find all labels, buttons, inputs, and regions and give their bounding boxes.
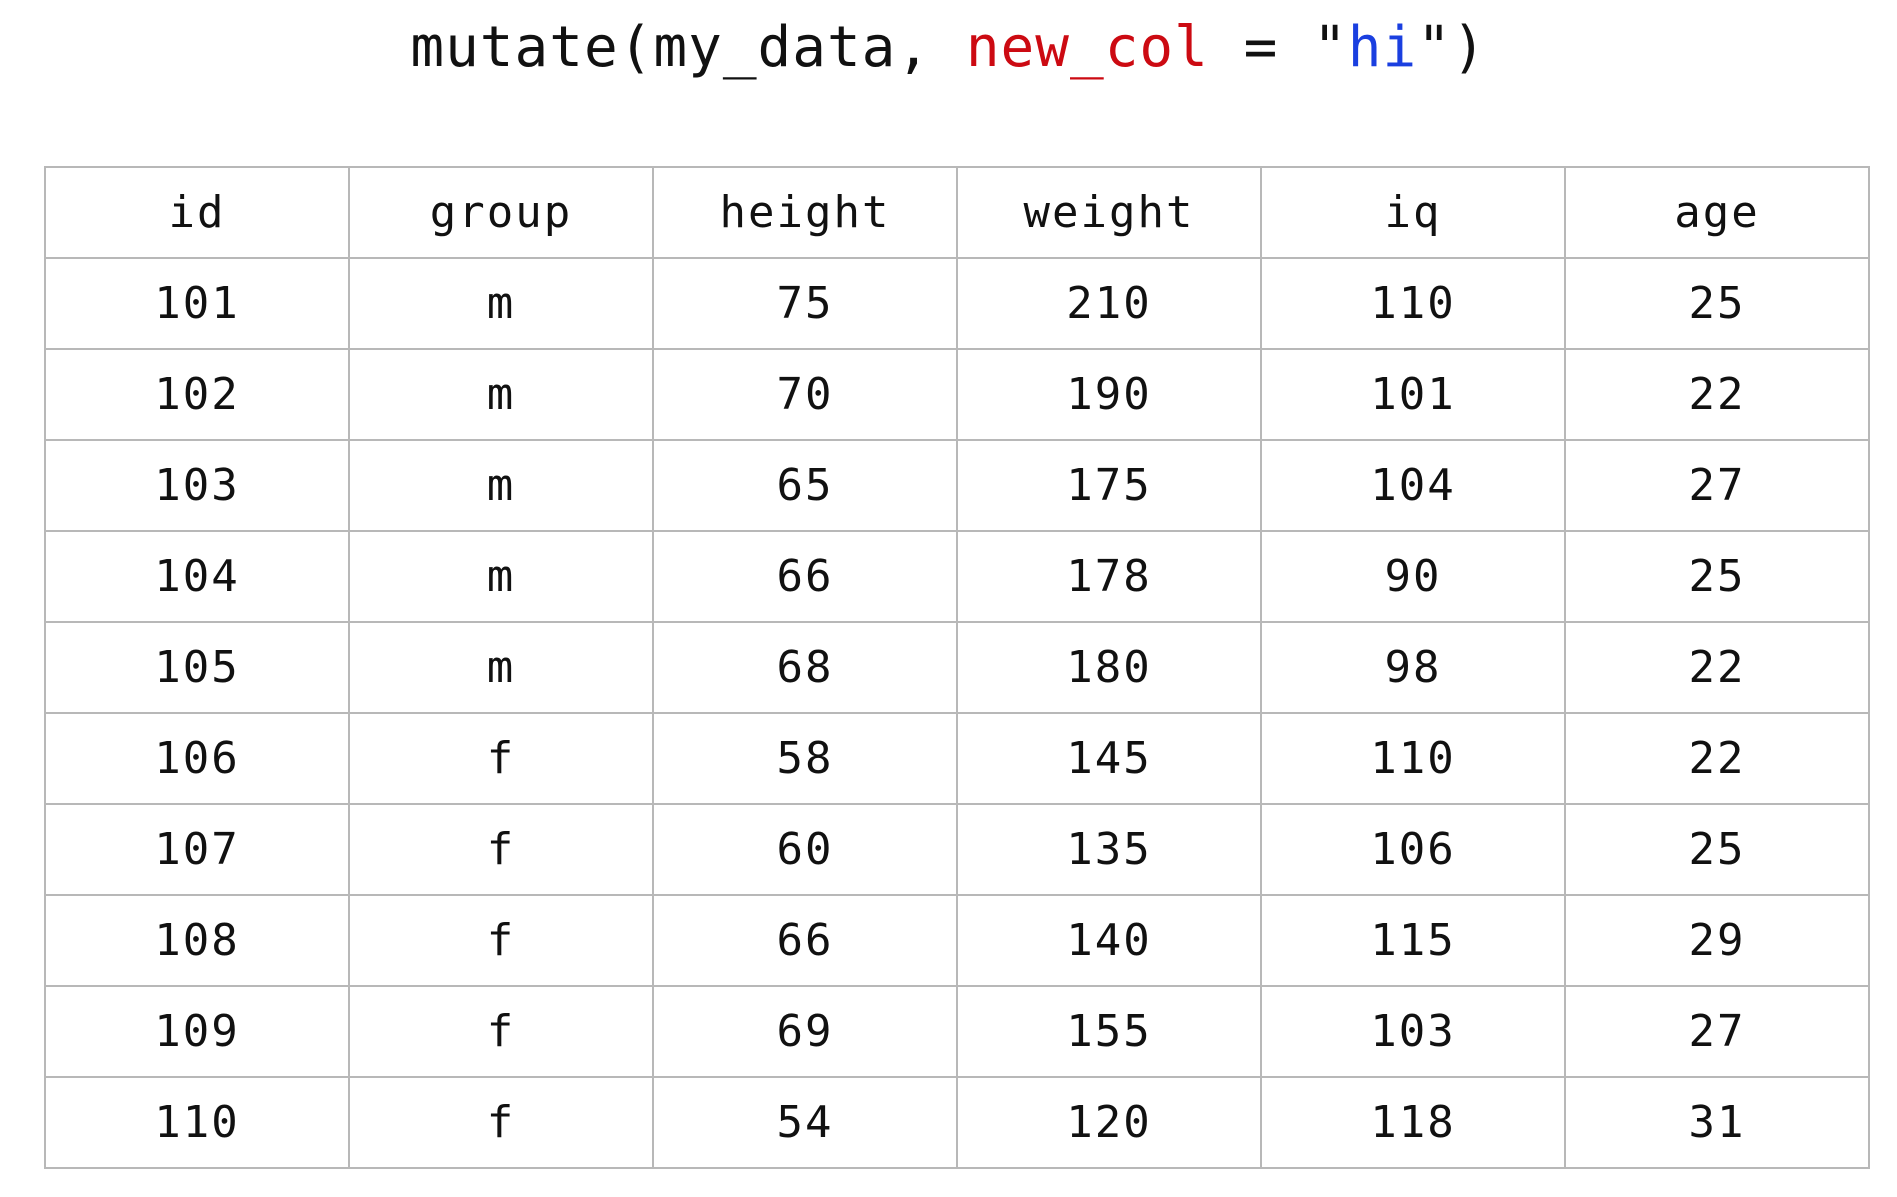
cell-height: 65 <box>652 439 958 532</box>
cell-iq: 104 <box>1260 439 1566 532</box>
string-value: hi <box>1347 15 1418 80</box>
quote-close: " <box>1417 15 1452 80</box>
cell-id: 109 <box>44 985 350 1078</box>
data-table-container: id group height weight iq age 101 m 75 210 1… <box>44 166 1870 1169</box>
cell-weight: 175 <box>956 439 1262 532</box>
code-expression: mutate(my_data, new_col = "hi") <box>0 8 1897 88</box>
cell-height: 54 <box>652 1076 958 1169</box>
cell-age: 25 <box>1564 257 1870 350</box>
cell-weight: 140 <box>956 894 1262 987</box>
cell-iq: 90 <box>1260 530 1566 623</box>
cell-group: f <box>348 894 654 987</box>
cell-weight: 145 <box>956 712 1262 805</box>
cell-id: 106 <box>44 712 350 805</box>
cell-group: f <box>348 985 654 1078</box>
cell-age: 27 <box>1564 439 1870 532</box>
table-row: 110 f 54 120 118 31 <box>44 1076 1870 1169</box>
cell-age: 25 <box>1564 803 1870 896</box>
cell-iq: 103 <box>1260 985 1566 1078</box>
cell-iq: 118 <box>1260 1076 1566 1169</box>
open-paren: ( <box>618 15 654 80</box>
table-row: 103 m 65 175 104 27 <box>44 439 1870 532</box>
close-paren: ) <box>1451 15 1487 80</box>
cell-iq: 115 <box>1260 894 1566 987</box>
header-row: id group height weight iq age <box>44 166 1870 259</box>
cell-group: f <box>348 712 654 805</box>
table-body: 101 m 75 210 110 25 102 m 70 190 101 22 103 m 65 175 104… <box>44 257 1870 1169</box>
cell-group: f <box>348 1076 654 1169</box>
cell-id: 108 <box>44 894 350 987</box>
table-row: 101 m 75 210 110 25 <box>44 257 1870 350</box>
cell-age: 22 <box>1564 621 1870 714</box>
column-header-group: group <box>348 166 654 259</box>
column-header-id: id <box>44 166 350 259</box>
cell-id: 107 <box>44 803 350 896</box>
cell-iq: 98 <box>1260 621 1566 714</box>
cell-age: 29 <box>1564 894 1870 987</box>
table-row: 105 m 68 180 98 22 <box>44 621 1870 714</box>
cell-group: m <box>348 348 654 441</box>
cell-iq: 101 <box>1260 348 1566 441</box>
table-row: 109 f 69 155 103 27 <box>44 985 1870 1078</box>
cell-iq: 110 <box>1260 257 1566 350</box>
new-column-name: new_col <box>965 15 1209 80</box>
cell-id: 110 <box>44 1076 350 1169</box>
cell-height: 75 <box>652 257 958 350</box>
cell-height: 66 <box>652 530 958 623</box>
column-header-weight: weight <box>956 166 1262 259</box>
cell-height: 68 <box>652 621 958 714</box>
column-header-age: age <box>1564 166 1870 259</box>
cell-group: m <box>348 621 654 714</box>
cell-weight: 180 <box>956 621 1262 714</box>
cell-iq: 106 <box>1260 803 1566 896</box>
cell-age: 31 <box>1564 1076 1870 1169</box>
cell-height: 70 <box>652 348 958 441</box>
cell-id: 103 <box>44 439 350 532</box>
comma: , <box>896 15 966 80</box>
cell-id: 105 <box>44 621 350 714</box>
cell-weight: 120 <box>956 1076 1262 1169</box>
column-header-iq: iq <box>1260 166 1566 259</box>
cell-iq: 110 <box>1260 712 1566 805</box>
equals-sign: = <box>1208 15 1314 80</box>
column-header-height: height <box>652 166 958 259</box>
cell-height: 69 <box>652 985 958 1078</box>
cell-id: 101 <box>44 257 350 350</box>
data-argument: my_data <box>653 15 897 80</box>
cell-weight: 155 <box>956 985 1262 1078</box>
cell-age: 22 <box>1564 348 1870 441</box>
cell-id: 104 <box>44 530 350 623</box>
table-row: 104 m 66 178 90 25 <box>44 530 1870 623</box>
function-name: mutate <box>410 15 619 80</box>
table-row: 106 f 58 145 110 22 <box>44 712 1870 805</box>
cell-weight: 190 <box>956 348 1262 441</box>
cell-group: m <box>348 257 654 350</box>
cell-weight: 178 <box>956 530 1262 623</box>
cell-age: 27 <box>1564 985 1870 1078</box>
cell-group: m <box>348 530 654 623</box>
data-table: id group height weight iq age 101 m 75 210 1… <box>44 166 1870 1169</box>
cell-height: 66 <box>652 894 958 987</box>
table-header: id group height weight iq age <box>44 166 1870 259</box>
cell-weight: 210 <box>956 257 1262 350</box>
cell-id: 102 <box>44 348 350 441</box>
cell-group: m <box>348 439 654 532</box>
cell-height: 58 <box>652 712 958 805</box>
table-row: 107 f 60 135 106 25 <box>44 803 1870 896</box>
quote-open: " <box>1313 15 1348 80</box>
cell-height: 60 <box>652 803 958 896</box>
table-row: 108 f 66 140 115 29 <box>44 894 1870 987</box>
cell-weight: 135 <box>956 803 1262 896</box>
table-row: 102 m 70 190 101 22 <box>44 348 1870 441</box>
cell-group: f <box>348 803 654 896</box>
cell-age: 25 <box>1564 530 1870 623</box>
cell-age: 22 <box>1564 712 1870 805</box>
